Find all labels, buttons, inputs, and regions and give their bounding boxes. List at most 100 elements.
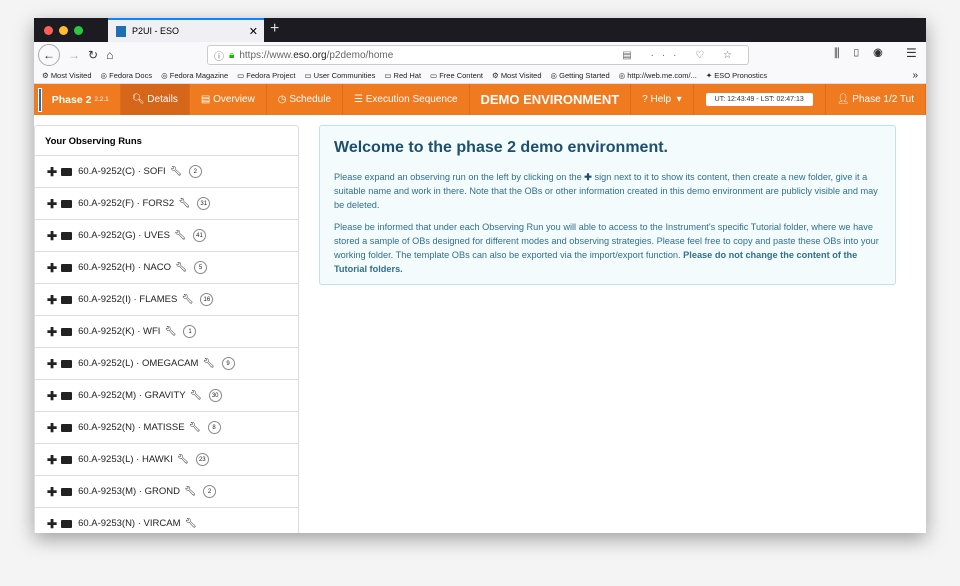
- wrench-icon: 🔧︎: [181, 294, 194, 305]
- bookmark[interactable]: ⚙ Most Visited: [492, 71, 542, 80]
- expand-plus-icon[interactable]: ✚: [47, 325, 57, 339]
- nav-execution-sequence[interactable]: ☰ Execution Sequence: [343, 84, 470, 115]
- page-actions-icons[interactable]: ▤ ··· ♡ ☆: [622, 50, 740, 61]
- run-item[interactable]: ✚ 60.A-9252(K) · WFI 🔧︎ 1: [35, 316, 298, 348]
- ob-count-badge: 9: [221, 357, 235, 370]
- bookmark[interactable]: ◎ Fedora Docs: [101, 71, 153, 80]
- bookmark[interactable]: ▭ Red Hat: [384, 71, 421, 80]
- ob-count-badge: 2: [203, 485, 217, 498]
- welcome-panel: Welcome to the phase 2 demo environment.…: [319, 125, 896, 285]
- expand-plus-icon[interactable]: ✚: [47, 261, 57, 275]
- expand-plus-icon[interactable]: ✚: [47, 389, 57, 403]
- panel-title: Your Observing Runs: [35, 126, 298, 156]
- expand-plus-icon[interactable]: ✚: [47, 485, 57, 499]
- run-label: 60.A-9253(L) · HAWKI: [78, 454, 173, 465]
- run-label: 60.A-9252(F) · FORS2: [78, 198, 175, 209]
- expand-plus-icon[interactable]: ✚: [47, 293, 57, 307]
- run-item[interactable]: ✚ 60.A-9252(I) · FLAMES 🔧︎ 16: [35, 284, 298, 316]
- run-item[interactable]: ✚ 60.A-9253(L) · HAWKI 🔧︎ 23: [35, 444, 298, 476]
- run-label: 60.A-9252(K) · WFI: [78, 326, 161, 337]
- bookmark[interactable]: ◎ http://web.me.com/...: [619, 71, 697, 80]
- close-tab-icon[interactable]: ✕: [249, 25, 258, 38]
- bookmark[interactable]: ◎ Getting Started: [551, 71, 610, 80]
- bookmark[interactable]: ▭ Free Content: [430, 71, 483, 80]
- lock-icon: 🔒︎: [229, 49, 235, 61]
- expand-plus-icon[interactable]: ✚: [47, 197, 57, 211]
- folder-icon: [61, 295, 73, 304]
- wrench-icon: 🔧︎: [178, 198, 191, 209]
- bookmark[interactable]: ▭ User Communities: [305, 71, 376, 80]
- ob-count-badge: 31: [197, 197, 211, 210]
- new-tab-button[interactable]: +: [270, 20, 279, 38]
- expand-plus-icon[interactable]: ✚: [47, 517, 57, 531]
- wrench-icon: 🔧︎: [184, 518, 197, 529]
- expand-plus-icon[interactable]: ✚: [47, 421, 57, 435]
- browser-window: P2UI - ESO ✕ + ← → ↻ ⌂ ⫼▯◉ ☰ ⓘ 🔒︎ https://w…: [34, 18, 926, 533]
- run-item[interactable]: ✚ 60.A-9252(M) · GRAVITY 🔧︎ 30: [35, 380, 298, 412]
- browser-tab[interactable]: P2UI - ESO ✕: [108, 18, 264, 42]
- nav-overview[interactable]: ▤ Overview: [190, 84, 267, 115]
- run-item[interactable]: ✚ 60.A-9252(N) · MATISSE 🔧︎ 8: [35, 412, 298, 444]
- user-menu[interactable]: 👤︎ Phase 1/2 Tut: [824, 84, 926, 115]
- home-button[interactable]: ⌂: [106, 48, 113, 62]
- demo-environment-label: DEMO ENVIRONMENT: [470, 84, 632, 115]
- expand-plus-icon[interactable]: ✚: [47, 357, 57, 371]
- expand-plus-icon[interactable]: ✚: [47, 229, 57, 243]
- expand-plus-icon[interactable]: ✚: [47, 453, 57, 467]
- plus-icon: ✚: [584, 172, 592, 182]
- folder-icon: [61, 391, 73, 400]
- bookmark[interactable]: ⚙ Most Visited: [42, 71, 92, 80]
- welcome-text: Please expand an observing run on the le…: [334, 172, 582, 182]
- bookmark[interactable]: ✦ ESO Pronostics: [706, 71, 767, 80]
- run-item[interactable]: ✚ 60.A-9252(G) · UVES 🔧︎ 41: [35, 220, 298, 252]
- nav-details[interactable]: 🔍︎ Details: [120, 84, 190, 115]
- bookmark[interactable]: ▭ Fedora Project: [237, 71, 295, 80]
- folder-icon: [61, 167, 73, 176]
- run-label: 60.A-9253(N) · VIRCAM: [78, 518, 181, 529]
- run-label: 60.A-9252(M) · GRAVITY: [78, 390, 186, 401]
- ob-count-badge: 2: [188, 165, 202, 178]
- minimize-window-button[interactable]: [59, 26, 68, 35]
- clock-display: UT: 12:43:49 - LST: 02:47:13: [705, 93, 813, 106]
- run-item[interactable]: ✚ 60.A-9252(C) · SOFI 🔧︎ 2: [35, 156, 298, 188]
- app-brand[interactable]: Phase 2 2.2.1: [50, 84, 121, 115]
- run-item[interactable]: ✚ 60.A-9253(N) · VIRCAM 🔧︎: [35, 508, 298, 533]
- reload-button[interactable]: ↻: [88, 48, 98, 62]
- run-item[interactable]: ✚ 60.A-9252(L) · OMEGACAM 🔧︎ 9: [35, 348, 298, 380]
- nav-schedule[interactable]: ◷ Schedule: [267, 84, 344, 115]
- help-dropdown[interactable]: ? Help ▾: [631, 84, 694, 115]
- expand-plus-icon[interactable]: ✚: [47, 165, 57, 179]
- folder-icon: [61, 455, 73, 464]
- forward-button[interactable]: →: [68, 48, 80, 62]
- ob-count-badge: 8: [207, 421, 221, 434]
- run-item[interactable]: ✚ 60.A-9252(H) · NACO 🔧︎ 5: [35, 252, 298, 284]
- wrench-icon: 🔧︎: [169, 166, 182, 177]
- menu-icon[interactable]: ☰: [906, 46, 917, 60]
- eso-favicon-icon: [116, 25, 126, 37]
- run-item[interactable]: ✚ 60.A-9253(M) · GROND 🔧︎ 2: [35, 476, 298, 508]
- welcome-title: Welcome to the phase 2 demo environment.: [334, 139, 668, 156]
- maximize-window-button[interactable]: [74, 26, 83, 35]
- observing-runs-panel: Your Observing Runs ✚ 60.A-9252(C) · SOFI…: [34, 125, 299, 533]
- back-button[interactable]: ←: [38, 44, 60, 66]
- wrench-icon: 🔧︎: [189, 390, 202, 401]
- folder-icon: [61, 231, 73, 240]
- tab-bar: P2UI - ESO ✕ +: [34, 18, 926, 42]
- bookmark[interactable]: ◎ Fedora Magazine: [161, 71, 228, 80]
- wrench-icon: 🔧︎: [164, 326, 177, 337]
- run-label: 60.A-9252(N) · MATISSE: [78, 422, 185, 433]
- run-label: 60.A-9252(G) · UVES: [78, 230, 170, 241]
- bookmarks-bar: ⚙ Most Visited ◎ Fedora Docs ◎ Fedora Ma…: [34, 68, 926, 84]
- library-sidebar-account-icons[interactable]: ⫼▯◉: [834, 46, 895, 61]
- folder-icon: [61, 327, 73, 336]
- run-label: 60.A-9252(H) · NACO: [78, 262, 171, 273]
- run-label: 60.A-9253(M) · GROND: [78, 486, 180, 497]
- wrench-icon: 🔧︎: [188, 422, 201, 433]
- run-item[interactable]: ✚ 60.A-9252(F) · FORS2 🔧︎ 31: [35, 188, 298, 220]
- folder-icon: [61, 199, 73, 208]
- url-bar[interactable]: ⓘ 🔒︎ https://www.eso.org/p2demo/home ▤ ··· …: [207, 45, 749, 65]
- wrench-icon: 🔧︎: [202, 358, 215, 369]
- close-window-button[interactable]: [44, 26, 53, 35]
- info-icon: ⓘ: [214, 51, 224, 63]
- more-bookmarks-icon[interactable]: »: [912, 70, 918, 81]
